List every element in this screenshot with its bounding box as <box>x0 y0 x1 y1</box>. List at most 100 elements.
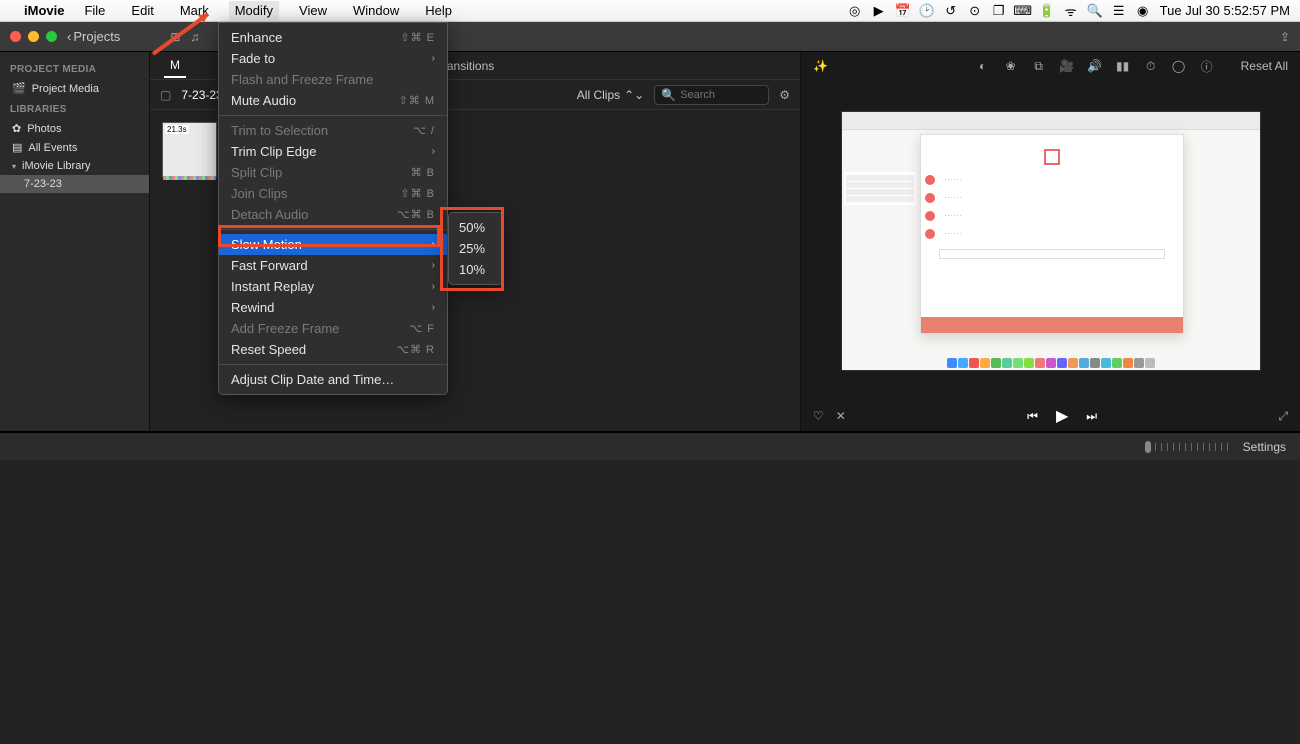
clip-thumbnail[interactable]: 21.3s <box>162 122 217 177</box>
crop-icon[interactable]: ⧉ <box>1031 58 1047 74</box>
app-name[interactable]: iMovie <box>24 3 64 18</box>
color-correction-icon[interactable]: ❀ <box>1003 58 1019 74</box>
sidebar-section-libraries: LIBRARIES <box>0 98 149 119</box>
next-frame-button[interactable]: ⏭ <box>1086 409 1097 424</box>
menu-item-split-clip: Split Clip⌘ B <box>219 162 447 183</box>
submenu-10-percent[interactable]: 10% <box>449 259 502 280</box>
search-field[interactable]: 🔍 <box>654 85 769 105</box>
events-icon: ▤ <box>12 141 22 154</box>
play-circle-icon[interactable]: ⊙ <box>968 4 982 18</box>
menu-item-slow-motion[interactable]: Slow Motion› <box>219 234 447 255</box>
zoom-slider[interactable] <box>1149 443 1229 451</box>
viewer-preview[interactable]: · · · · · · · · · · · · · · · · · · · · … <box>841 111 1261 371</box>
gear-icon[interactable]: ⚙ <box>779 88 790 102</box>
media-import-icon[interactable]: ⊞ <box>170 30 180 44</box>
chevron-right-icon: › <box>432 146 435 157</box>
chevron-right-icon: › <box>432 53 435 64</box>
menu-mark[interactable]: Mark <box>174 1 215 20</box>
timeline-area[interactable] <box>0 460 1300 744</box>
sidebar-item-photos[interactable]: ✿ Photos <box>0 119 149 138</box>
menu-item-instant-replay[interactable]: Instant Replay› <box>219 276 447 297</box>
menu-item-rewind[interactable]: Rewind› <box>219 297 447 318</box>
timeline-toolbar: Settings <box>0 432 1300 460</box>
reject-button[interactable]: ✕ <box>836 409 846 423</box>
reset-all-button[interactable]: Reset All <box>1241 59 1288 73</box>
chevron-right-icon: › <box>432 281 435 292</box>
menu-edit[interactable]: Edit <box>125 1 159 20</box>
timeline-settings-button[interactable]: Settings <box>1243 440 1286 454</box>
cc-icon[interactable]: ◎ <box>848 4 862 18</box>
zoom-button[interactable] <box>46 31 57 42</box>
menu-item-reset-speed[interactable]: Reset Speed⌥⌘ R <box>219 339 447 360</box>
menu-item-join-clips: Join Clips⇧⌘ B <box>219 183 447 204</box>
menu-item-trim-edge[interactable]: Trim Clip Edge› <box>219 141 447 162</box>
menu-item-fast-forward[interactable]: Fast Forward› <box>219 255 447 276</box>
audio-icon[interactable]: ♫ <box>190 30 199 44</box>
sidebar-item-library[interactable]: ▾ iMovie Library <box>0 157 149 175</box>
history-icon[interactable]: ↺ <box>944 4 958 18</box>
menu-item-detach-audio: Detach Audio⌥⌘ B <box>219 204 447 225</box>
projects-back-button[interactable]: ‹ Projects <box>67 29 120 44</box>
traffic-lights <box>10 31 57 42</box>
menu-file[interactable]: File <box>78 1 111 20</box>
stabilize-icon[interactable]: 🎥 <box>1059 58 1075 74</box>
control-center-icon[interactable]: ☰ <box>1112 4 1126 18</box>
sidebar: PROJECT MEDIA 🎬 Project Media LIBRARIES … <box>0 52 150 431</box>
sidebar-item-event[interactable]: 7-23-23 <box>0 175 149 193</box>
submenu-50-percent[interactable]: 50% <box>449 217 502 238</box>
menu-item-adjust-date[interactable]: Adjust Clip Date and Time… <box>219 369 447 390</box>
chevron-right-icon: › <box>432 302 435 313</box>
menu-item-fade-to[interactable]: Fade to› <box>219 48 447 69</box>
disclosure-triangle-icon[interactable]: ▾ <box>12 162 16 171</box>
menu-view[interactable]: View <box>293 1 333 20</box>
modify-menu-dropdown: Enhance⇧⌘ E Fade to› Flash and Freeze Fr… <box>218 22 448 395</box>
project-name: 7-23-23 <box>181 88 222 102</box>
clapperboard-icon: 🎬 <box>12 82 26 95</box>
menu-help[interactable]: Help <box>419 1 458 20</box>
minimize-button[interactable] <box>28 31 39 42</box>
search-input[interactable] <box>680 89 760 101</box>
macos-menubar: iMovie File Edit Mark Modify View Window… <box>0 0 1300 22</box>
prev-frame-button[interactable]: ⏮ <box>1027 409 1038 424</box>
menu-window[interactable]: Window <box>347 1 405 20</box>
sidebar-item-project-media[interactable]: 🎬 Project Media <box>0 79 149 98</box>
sidebar-item-all-events[interactable]: ▤ All Events <box>0 138 149 157</box>
updown-icon: ⌃⌄ <box>624 88 644 102</box>
favorite-button[interactable]: ♡ <box>813 409 824 423</box>
close-button[interactable] <box>10 31 21 42</box>
menu-modify[interactable]: Modify <box>229 1 279 20</box>
window-toolbar: ‹ Projects ⊞ ♫ ⇪ <box>0 22 1300 52</box>
volume-icon[interactable]: 🔊 <box>1087 58 1103 74</box>
fullscreen-button[interactable]: ⤢ <box>1278 409 1288 424</box>
play-button[interactable]: ▶ <box>1056 406 1068 426</box>
chevron-left-icon: ‹ <box>67 29 71 44</box>
submenu-25-percent[interactable]: 25% <box>449 238 502 259</box>
calendar-badge-icon[interactable]: 📅 <box>896 4 910 18</box>
keyboard-icon[interactable]: ⌨ <box>1016 4 1030 18</box>
search-icon: 🔍 <box>661 88 676 102</box>
share-button[interactable]: ⇪ <box>1280 30 1290 44</box>
info-icon[interactable]: ⓘ <box>1199 58 1215 74</box>
magic-wand-icon[interactable]: ✨ <box>813 59 828 73</box>
menu-item-flash-freeze: Flash and Freeze Frame <box>219 69 447 90</box>
menubar-datetime[interactable]: Tue Jul 30 5:52:57 PM <box>1160 3 1290 18</box>
chevron-right-icon: › <box>432 239 435 250</box>
tab-my-media[interactable]: M <box>164 54 186 78</box>
wifi-icon[interactable]: ᯤ <box>1064 4 1078 18</box>
layout-toggle-icon[interactable]: ▢ <box>160 88 171 102</box>
siri-icon[interactable]: ◉ <box>1136 4 1150 18</box>
color-balance-icon[interactable]: ◐ <box>975 58 991 74</box>
chevron-right-icon: › <box>432 260 435 271</box>
spotlight-icon[interactable]: 🔍 <box>1088 4 1102 18</box>
menu-item-mute-audio[interactable]: Mute Audio⇧⌘ M <box>219 90 447 111</box>
windows-icon[interactable]: ❐ <box>992 4 1006 18</box>
clock-icon[interactable]: 🕑 <box>920 4 934 18</box>
slow-motion-submenu: 50% 25% 10% <box>448 212 503 285</box>
clips-filter[interactable]: All Clips ⌃⌄ <box>577 88 644 102</box>
battery-icon[interactable]: 🔋 <box>1040 4 1054 18</box>
app-icon-1[interactable]: ▶ <box>872 4 886 18</box>
eq-icon[interactable]: ▮▮ <box>1115 58 1131 74</box>
overlay-icon[interactable]: ◯ <box>1171 58 1187 74</box>
menu-item-enhance[interactable]: Enhance⇧⌘ E <box>219 27 447 48</box>
speed-icon[interactable]: ⏱ <box>1143 58 1159 74</box>
